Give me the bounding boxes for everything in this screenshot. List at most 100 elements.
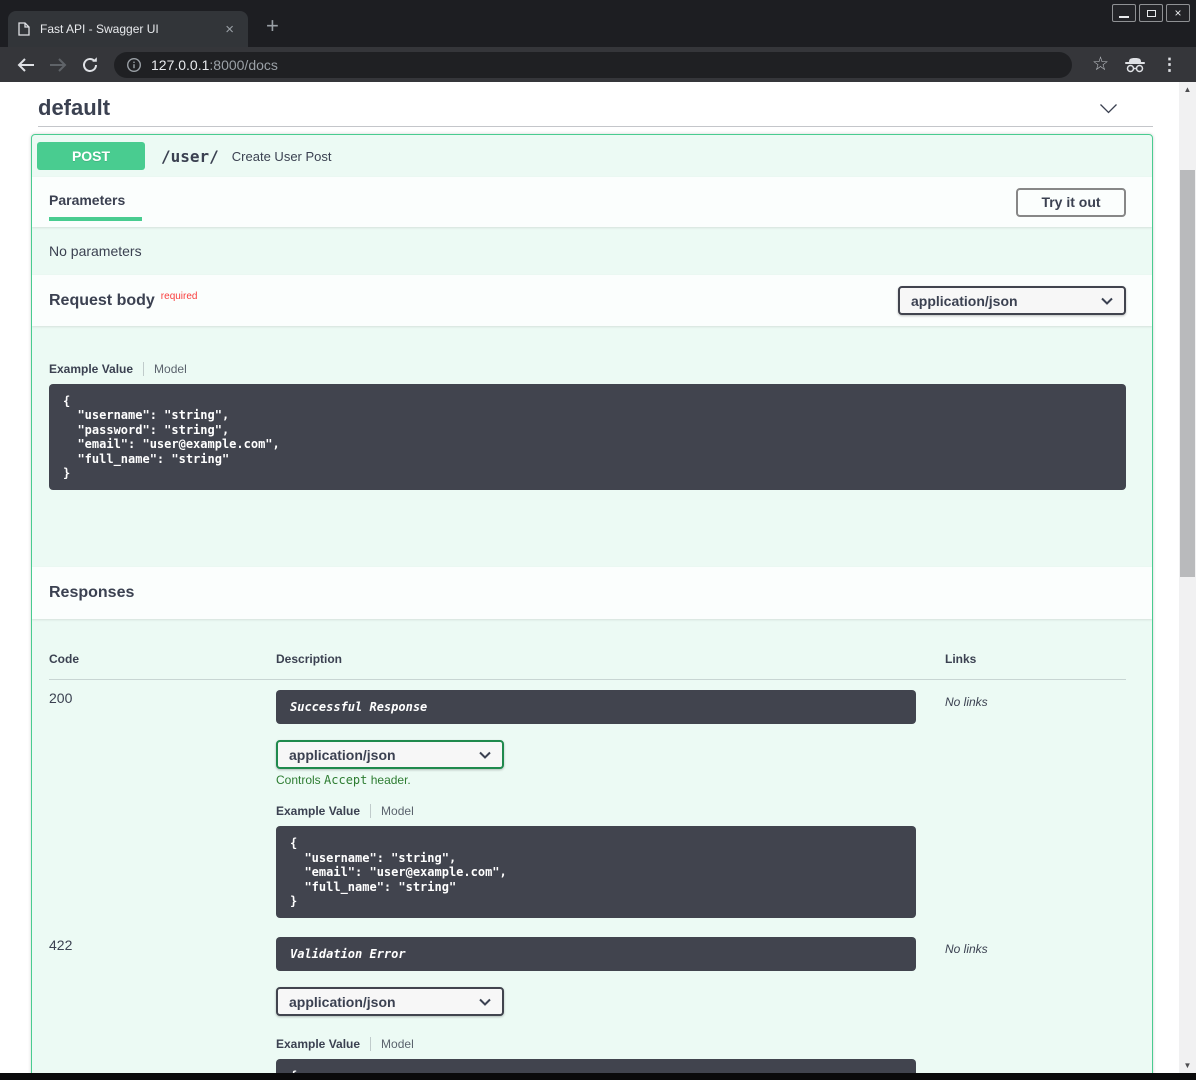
tag-divider bbox=[38, 126, 1153, 127]
tab-model[interactable]: Model bbox=[370, 1037, 414, 1051]
tab-example-value[interactable]: Example Value bbox=[49, 362, 143, 376]
accept-header-hint: Controls Accept header. bbox=[276, 773, 945, 787]
operation-block-post-user: POST /user/ Create User Post Parameters … bbox=[31, 134, 1153, 1073]
forward-button[interactable] bbox=[42, 51, 74, 79]
tab-close-icon[interactable]: × bbox=[221, 21, 238, 38]
forward-arrow-icon bbox=[48, 57, 68, 73]
request-body-header: Request body required application/json bbox=[32, 275, 1152, 326]
browser-toolbar: 127.0.0.1:8000/docs ☆ ⋮ bbox=[0, 47, 1196, 82]
response-links: No links bbox=[945, 937, 1126, 1073]
response-content-type-select[interactable]: application/json bbox=[276, 740, 504, 769]
back-button[interactable] bbox=[10, 51, 42, 79]
responses-table-head: Code Description Links bbox=[49, 652, 1126, 680]
tab-model[interactable]: Model bbox=[370, 804, 414, 818]
request-body-label: Request body bbox=[49, 292, 155, 310]
scroll-down-arrow[interactable]: ▼ bbox=[1179, 1058, 1196, 1073]
request-content-type-value: application/json bbox=[911, 293, 1018, 309]
maximize-icon bbox=[1147, 10, 1156, 17]
minimize-button[interactable] bbox=[1112, 4, 1136, 22]
request-example-code: { "username": "string", "password": "str… bbox=[49, 384, 1126, 490]
scroll-up-arrow[interactable]: ▲ bbox=[1179, 82, 1196, 97]
window-bottom-edge bbox=[0, 1073, 1196, 1080]
response-description-cell: Successful Response application/json Con… bbox=[276, 690, 945, 918]
back-arrow-icon bbox=[16, 57, 36, 73]
response-links: No links bbox=[945, 690, 1126, 918]
page-content: default POST /user/ Create User Post Par… bbox=[0, 82, 1179, 1073]
column-links: Links bbox=[945, 652, 1126, 666]
page-scrollbar[interactable]: ▲ ▼ bbox=[1179, 82, 1196, 1073]
tab-example-value[interactable]: Example Value bbox=[276, 804, 370, 818]
tab-model[interactable]: Model bbox=[143, 362, 187, 376]
example-model-tabs: Example Value Model bbox=[49, 362, 1126, 376]
swagger-ui: default POST /user/ Create User Post Par… bbox=[0, 82, 1179, 1073]
response-content-type-select[interactable]: application/json bbox=[276, 987, 504, 1016]
maximize-button[interactable] bbox=[1139, 4, 1163, 22]
minimize-icon bbox=[1119, 16, 1129, 18]
url-bar[interactable]: 127.0.0.1:8000/docs bbox=[114, 52, 1072, 78]
method-badge: POST bbox=[37, 142, 145, 170]
responses-table: Code Description Links 200 Successful Re… bbox=[32, 619, 1152, 1073]
no-parameters-message: No parameters bbox=[32, 227, 1152, 275]
chevron-down-icon[interactable] bbox=[1099, 103, 1118, 114]
parameters-label: Parameters bbox=[49, 192, 125, 208]
tab-strip: Fast API - Swagger UI × + × bbox=[0, 0, 1196, 47]
example-model-tabs: Example Value Model bbox=[276, 1037, 945, 1051]
operation-summary: Create User Post bbox=[232, 149, 332, 164]
response-content-type-value: application/json bbox=[289, 747, 396, 763]
browser-window: Fast API - Swagger UI × + × bbox=[0, 0, 1196, 1080]
bookmark-star-icon[interactable]: ☆ bbox=[1086, 53, 1115, 76]
response-description: Successful Response bbox=[276, 690, 916, 724]
tag-section-header[interactable]: default bbox=[38, 90, 1146, 126]
example-model-tabs: Example Value Model bbox=[276, 804, 945, 818]
chevron-down-icon bbox=[479, 998, 491, 1006]
hint-code: Accept bbox=[324, 773, 367, 787]
response-description: Validation Error bbox=[276, 937, 916, 971]
toolbar-right: ☆ ⋮ bbox=[1086, 51, 1186, 79]
browser-tab[interactable]: Fast API - Swagger UI × bbox=[8, 11, 248, 47]
incognito-icon bbox=[1119, 51, 1151, 79]
parameters-header: Parameters Try it out bbox=[32, 177, 1152, 227]
url-host: 127.0.0.1 bbox=[151, 57, 209, 73]
page-favicon-icon bbox=[18, 22, 30, 36]
scrollbar-thumb[interactable] bbox=[1180, 170, 1195, 577]
hint-suffix: header. bbox=[367, 773, 410, 787]
response-example-code: { "username": "string", "email": "user@e… bbox=[276, 826, 916, 918]
response-code: 200 bbox=[49, 690, 276, 918]
operation-path: /user/ bbox=[161, 147, 219, 166]
response-description-cell: Validation Error application/json Exampl… bbox=[276, 937, 945, 1073]
tab-example-value[interactable]: Example Value bbox=[276, 1037, 370, 1051]
tab-parameters: Parameters bbox=[49, 177, 142, 221]
responses-header: Responses bbox=[32, 567, 1152, 619]
close-button[interactable]: × bbox=[1166, 4, 1190, 22]
request-body-content: Example Value Model { "username": "strin… bbox=[32, 326, 1152, 567]
spacer bbox=[49, 490, 1126, 567]
responses-label: Responses bbox=[49, 584, 134, 602]
incognito-glyph-icon bbox=[1124, 57, 1146, 73]
try-it-out-button[interactable]: Try it out bbox=[1016, 188, 1126, 217]
window-controls: × bbox=[1112, 4, 1190, 22]
reload-icon bbox=[81, 56, 99, 74]
response-example-code: { "detail": [ { "loc": [ bbox=[276, 1059, 916, 1073]
url-path: :8000/docs bbox=[209, 57, 278, 73]
request-body-title-group: Request body required bbox=[49, 292, 198, 310]
site-info-icon[interactable] bbox=[126, 57, 142, 73]
reload-button[interactable] bbox=[74, 51, 106, 79]
chevron-down-icon bbox=[1101, 297, 1113, 305]
hint-prefix: Controls bbox=[276, 773, 324, 787]
response-code: 422 bbox=[49, 937, 276, 1073]
new-tab-button[interactable]: + bbox=[260, 13, 285, 39]
chevron-down-icon bbox=[479, 751, 491, 759]
active-tab-underline bbox=[49, 217, 142, 221]
column-code: Code bbox=[49, 652, 276, 666]
response-content-type-value: application/json bbox=[289, 994, 396, 1010]
tag-title: default bbox=[38, 95, 110, 121]
request-content-type-select[interactable]: application/json bbox=[898, 286, 1126, 315]
tab-title: Fast API - Swagger UI bbox=[40, 22, 221, 36]
required-badge: required bbox=[161, 291, 198, 302]
browser-menu-icon[interactable]: ⋮ bbox=[1155, 55, 1186, 75]
operation-header[interactable]: POST /user/ Create User Post bbox=[32, 135, 1152, 177]
response-row-422: 422 Validation Error application/json Ex… bbox=[49, 927, 1126, 1073]
column-description: Description bbox=[276, 652, 945, 666]
response-row-200: 200 Successful Response application/json… bbox=[49, 680, 1126, 918]
url-text: 127.0.0.1:8000/docs bbox=[151, 57, 278, 73]
